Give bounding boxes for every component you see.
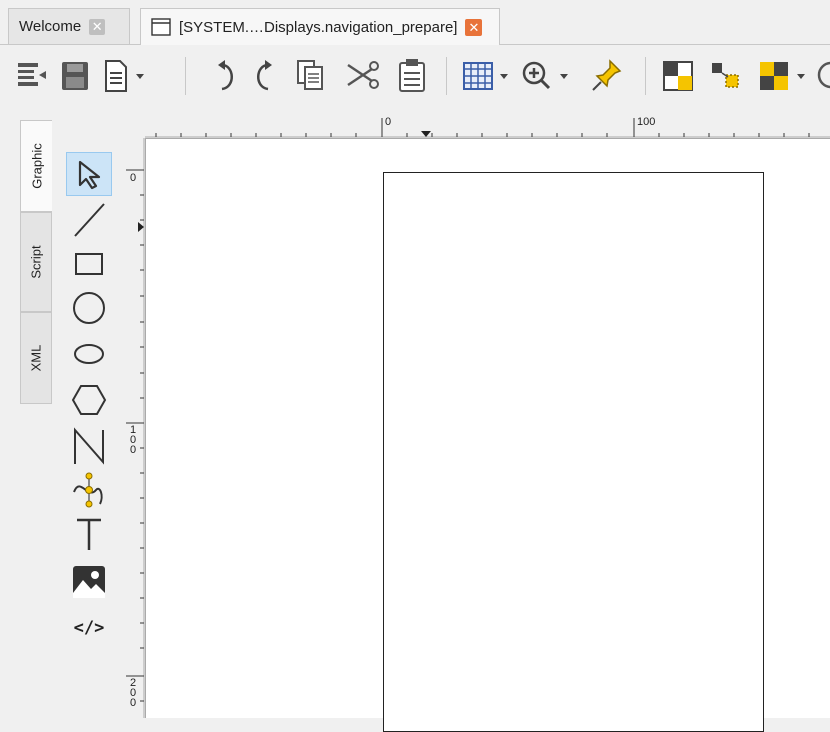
tab-navigation-prepare[interactable]: [SYSTEM.…Displays.navigation_prepare] ✕ [140,8,500,45]
toolbar-separator [645,57,646,95]
tab-graphic-label: Graphic [29,143,44,189]
pattern-icon[interactable] [754,53,794,97]
redo-icon[interactable] [244,53,284,97]
zoom-in-icon[interactable] [516,53,556,97]
copy-icon[interactable] [290,53,330,97]
toolbar-separator [185,57,186,95]
ellipse-icon [74,344,104,364]
page-icon[interactable] [96,53,136,97]
display-page-boundary [383,172,764,732]
image-tool[interactable] [66,560,112,604]
dropdown-arrow-icon[interactable] [793,53,813,97]
image-icon [73,566,105,598]
curve-tool[interactable] [66,468,112,512]
ellipse-tool[interactable] [66,332,112,376]
snap-icon[interactable] [706,53,746,97]
vertical-position-marker [138,222,144,232]
save-icon[interactable] [54,53,94,97]
dropdown-arrow-icon[interactable] [132,53,152,97]
toolbar-separator [446,57,447,95]
ruler-label-100: 100 [637,116,656,128]
tab-welcome[interactable]: Welcome ✕ [8,8,130,44]
polyline-icon [74,427,104,465]
paste-icon[interactable] [392,53,432,97]
bezier-curve-icon [73,472,103,508]
horizontal-position-marker [421,131,431,137]
line-tool[interactable] [66,198,112,242]
ruler-label-v200: 200 [130,677,137,709]
rectangle-tool[interactable] [66,242,112,286]
line-icon [74,203,105,237]
arrow-pointer-icon [78,160,101,190]
vertical-ruler: 0 100 200 [122,138,145,718]
close-icon[interactable]: ✕ [89,18,106,35]
close-icon[interactable]: ✕ [465,18,483,36]
select-tool[interactable] [66,152,112,196]
polygon-tool[interactable] [66,378,112,422]
tab-graphic[interactable]: Graphic [20,120,52,212]
tab-welcome-label: Welcome [19,18,82,35]
editor-side-tabs: Graphic Script XML [0,112,56,718]
tab-xml-label: XML [28,344,44,372]
ruler-label-0: 0 [385,116,392,128]
fill-color-icon[interactable] [658,53,698,97]
html-tool[interactable]: </> [66,606,112,650]
clock-icon[interactable] [815,53,830,97]
tab-script[interactable]: Script [20,212,52,312]
undo-icon[interactable] [206,53,246,97]
drawing-canvas[interactable] [145,138,830,732]
ruler-label-v0: 0 [130,172,137,184]
circle-tool[interactable] [66,286,112,330]
cut-icon[interactable] [342,53,382,97]
main-toolbar [0,45,830,107]
hexagon-icon [71,385,107,415]
horizontal-ruler: 0 100 [145,112,830,138]
text-icon [77,518,101,550]
ruler-corner [122,112,145,138]
window-icon [151,18,171,36]
text-tool[interactable] [66,512,112,556]
drawing-tool-palette: </> [56,112,122,718]
rectangle-icon [75,253,103,275]
polyline-tool[interactable] [66,424,112,468]
grid-icon[interactable] [458,53,498,97]
tab-navigation-prepare-label: [SYSTEM.…Displays.navigation_prepare] [179,18,458,36]
document-tab-strip: Welcome ✕ [SYSTEM.…Displays.navigation_p… [0,0,830,45]
ruler-label-v100: 100 [130,424,137,456]
circle-icon [73,292,105,324]
dropdown-arrow-icon[interactable] [556,53,576,97]
tab-script-label: Script [28,245,44,279]
code-icon: </> [73,618,105,638]
dropdown-arrow-icon[interactable] [496,53,516,97]
pin-icon[interactable] [588,53,628,97]
tab-xml[interactable]: XML [20,312,52,404]
outline-icon[interactable] [12,53,52,97]
